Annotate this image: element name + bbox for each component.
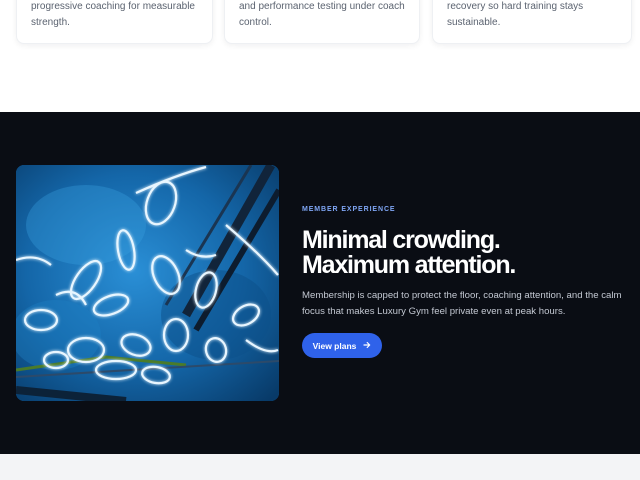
feature-card-description: and performance testing under coach cont… bbox=[239, 1, 405, 28]
section-description: Membership is capped to protect the floo… bbox=[302, 290, 622, 317]
headline-line-1: Minimal crowding. bbox=[302, 226, 501, 254]
feature-card-description: recovery so hard training stays sustaina… bbox=[447, 1, 584, 28]
arrow-right-icon bbox=[363, 341, 371, 351]
next-section bbox=[0, 454, 640, 480]
neon-installation-image bbox=[16, 165, 279, 401]
feature-card: and performance testing under coach cont… bbox=[224, 0, 420, 44]
headline-line-2: Maximum attention. bbox=[302, 251, 516, 279]
member-experience-section: MEMBER EXPERIENCE Minimal crowding. Maxi… bbox=[0, 112, 640, 454]
feature-card: recovery so hard training stays sustaina… bbox=[432, 0, 632, 44]
section-eyebrow: MEMBER EXPERIENCE bbox=[302, 206, 396, 213]
features-section: progressive coaching for measurable stre… bbox=[0, 0, 640, 112]
view-plans-button[interactable]: View plans bbox=[302, 333, 382, 358]
feature-card: progressive coaching for measurable stre… bbox=[16, 0, 213, 44]
view-plans-label: View plans bbox=[312, 340, 357, 351]
section-headline: Minimal crowding. Maximum attention. bbox=[302, 228, 632, 278]
feature-card-description: progressive coaching for measurable stre… bbox=[31, 1, 195, 28]
